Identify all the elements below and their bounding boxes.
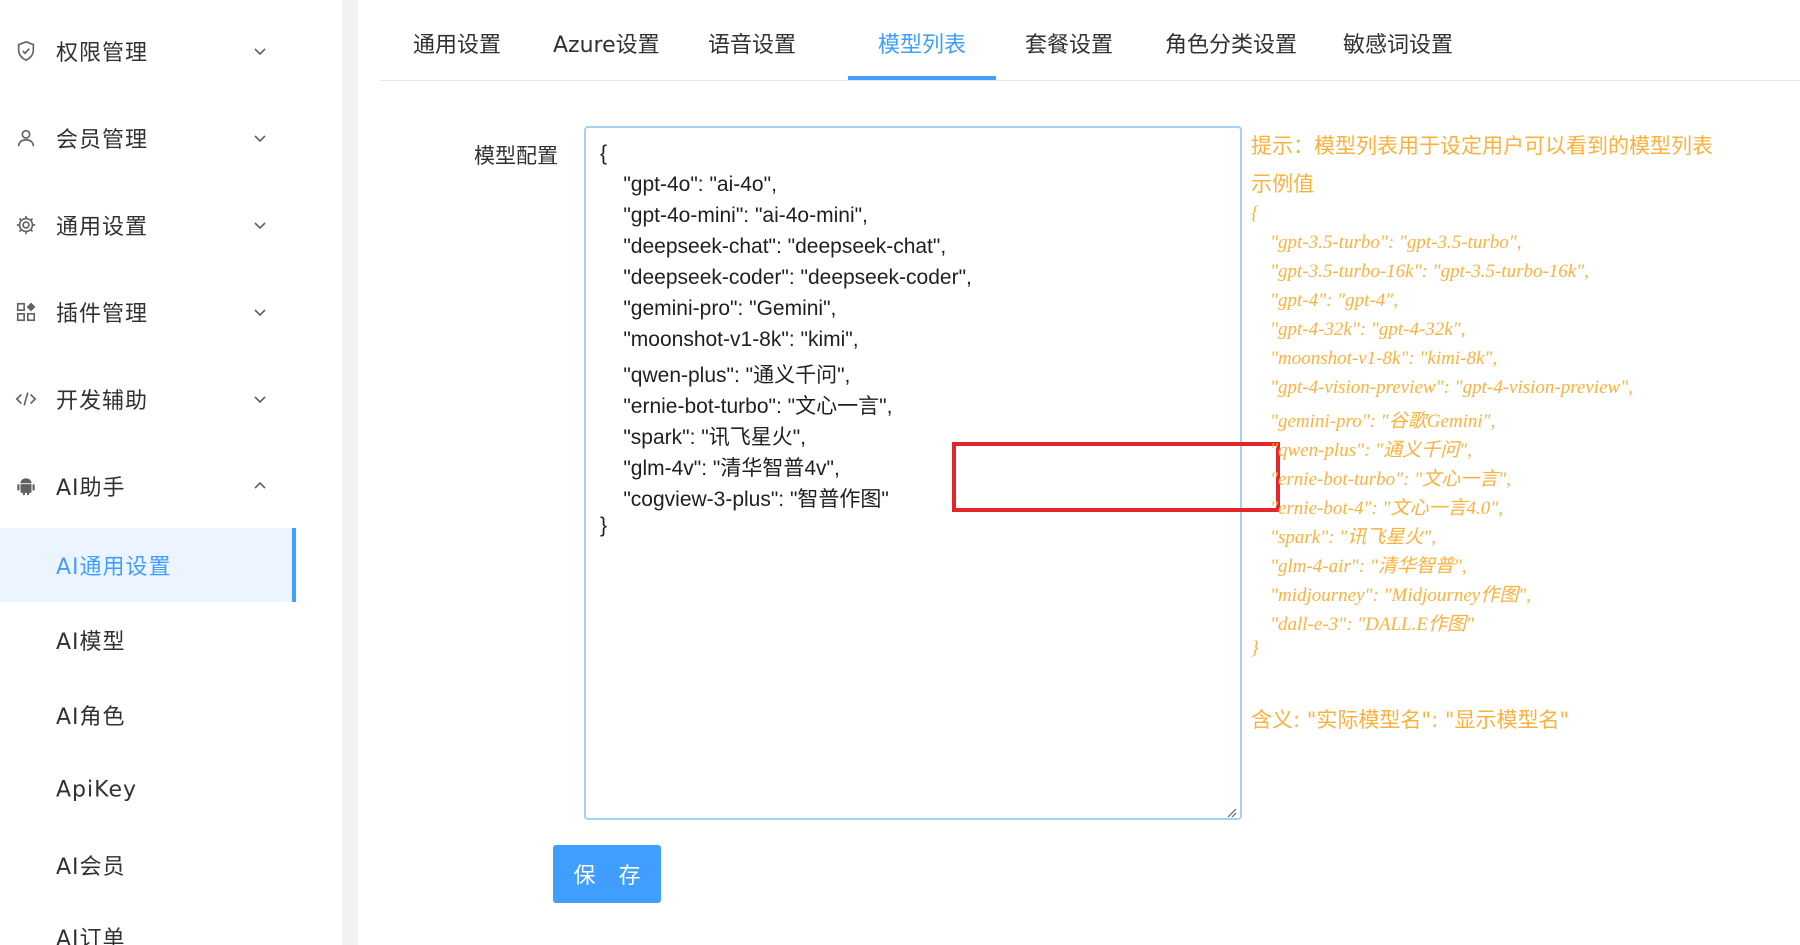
hint-code-line: "glm-4-air": "清华智普", <box>1251 556 1467 577</box>
active-indicator <box>292 528 296 602</box>
code-line: "ernie-bot-turbo": "文心一言", <box>600 395 893 418</box>
code-line: "deepseek-chat": "deepseek-chat", <box>600 235 947 258</box>
main-content: 通用设置 Azure设置 语音设置 模型列表 套餐设置 角色分类设置 敏感词设置… <box>358 0 1800 945</box>
code-line: "deepseek-coder": "deepseek-coder", <box>600 266 972 289</box>
sidebar-subitem-label: AI角色 <box>56 705 126 730</box>
hint-code-line: "midjourney": "Midjourney作图", <box>1251 585 1531 606</box>
tab-voice-settings[interactable]: 语音设置 <box>708 0 796 80</box>
sidebar: 权限管理 会员管理 通用设置 插件管理 开发辅助 AI助手 AI通用设置 AI模… <box>0 0 342 945</box>
sidebar-item-label: 会员管理 <box>56 128 149 153</box>
hint-code-line: "gemini-pro": "谷歌Gemini", <box>1251 411 1496 432</box>
hint-code-line: "ernie-bot-turbo": "文心一言", <box>1251 469 1511 490</box>
hint-code-line: "ernie-bot-4": "文心一言4.0", <box>1251 498 1503 519</box>
sidebar-item-label: 开发辅助 <box>56 389 149 414</box>
user-icon <box>14 126 38 150</box>
plugin-grid-icon <box>14 300 38 324</box>
sidebar-item-members[interactable]: 会员管理 <box>0 108 342 168</box>
sidebar-subitem-ai-models[interactable]: AI模型 <box>0 603 296 677</box>
hint-code-line: "gpt-3.5-turbo": "gpt-3.5-turbo", <box>1251 232 1522 253</box>
code-line: "spark": "讯飞星火", <box>600 426 807 449</box>
chevron-down-icon <box>252 43 268 59</box>
settings-tabs: 通用设置 Azure设置 语音设置 模型列表 套餐设置 角色分类设置 敏感词设置 <box>380 0 1800 81</box>
hint-code-line: "gpt-3.5-turbo-16k": "gpt-3.5-turbo-16k"… <box>1251 261 1589 282</box>
sidebar-item-dev-tools[interactable]: 开发辅助 <box>0 369 342 429</box>
active-tab-indicator <box>848 76 996 80</box>
chevron-down-icon <box>252 304 268 320</box>
sidebar-item-label: 权限管理 <box>56 41 149 66</box>
sidebar-item-permission[interactable]: 权限管理 <box>0 21 342 81</box>
sidebar-subitem-ai-members[interactable]: AI会员 <box>0 828 296 902</box>
code-line: "glm-4v": "清华智普4v", <box>600 457 840 480</box>
tab-package-settings[interactable]: 套餐设置 <box>1025 0 1113 80</box>
sidebar-subitem-label: AI会员 <box>56 855 126 880</box>
hint-code-line: "gpt-4": "gpt-4", <box>1251 290 1398 311</box>
sidebar-subitem-ai-general-settings[interactable]: AI通用设置 <box>0 528 296 602</box>
hint-code-line: "dall-e-3": "DALL.E作图" <box>1251 614 1474 635</box>
hint-code-line: "qwen-plus": "通义千问", <box>1251 440 1472 461</box>
code-line: "gpt-4o": "ai-4o", <box>600 173 777 196</box>
chevron-up-icon <box>252 478 268 494</box>
hint-code-line: } <box>1251 638 1259 659</box>
sidebar-item-general-settings[interactable]: 通用设置 <box>0 195 342 255</box>
hint-example-title: 示例值 <box>1251 172 1314 196</box>
resize-handle-icon[interactable] <box>1225 803 1237 818</box>
highlight-annotation <box>952 442 1280 512</box>
code-line: } <box>600 514 608 537</box>
sidebar-item-plugins[interactable]: 插件管理 <box>0 282 342 342</box>
layout-gutter <box>342 0 358 945</box>
tab-azure-settings[interactable]: Azure设置 <box>553 0 660 80</box>
sidebar-subitem-label: AI订单 <box>56 927 126 945</box>
model-config-label: 模型配置 <box>474 144 558 168</box>
hint-meaning: 含义: "实际模型名": "显示模型名" <box>1251 708 1570 732</box>
sidebar-item-label: AI助手 <box>56 476 126 501</box>
code-icon <box>14 387 38 411</box>
code-line: "gemini-pro": "Gemini", <box>600 297 837 320</box>
sidebar-item-label: 通用设置 <box>56 215 149 240</box>
hint-title: 提示：模型列表用于设定用户可以看到的模型列表 <box>1251 134 1713 158</box>
sidebar-subitem-label: AI通用设置 <box>56 555 172 580</box>
sidebar-item-label: 插件管理 <box>56 302 149 327</box>
chevron-down-icon <box>252 391 268 407</box>
tab-general-settings[interactable]: 通用设置 <box>413 0 501 80</box>
gear-icon <box>14 213 38 237</box>
code-line: "gpt-4o-mini": "ai-4o-mini", <box>600 204 868 227</box>
tab-role-category-settings[interactable]: 角色分类设置 <box>1165 0 1297 80</box>
hint-code-line: "gpt-4-vision-preview": "gpt-4-vision-pr… <box>1251 377 1633 398</box>
android-icon <box>14 474 38 498</box>
code-line: "moonshot-v1-8k": "kimi", <box>600 328 859 351</box>
tab-model-list[interactable]: 模型列表 <box>878 0 966 80</box>
sidebar-item-ai-assistant[interactable]: AI助手 <box>0 456 342 516</box>
sidebar-subitem-label: AI模型 <box>56 630 126 655</box>
save-button[interactable]: 保 存 <box>553 845 661 903</box>
hint-code-line: { <box>1251 203 1259 224</box>
sidebar-subitem-apikey[interactable]: ApiKey <box>0 753 296 827</box>
hint-code-line: "gpt-4-32k": "gpt-4-32k", <box>1251 319 1466 340</box>
code-line: "qwen-plus": "通义千问", <box>600 364 851 387</box>
chevron-down-icon <box>252 217 268 233</box>
chevron-down-icon <box>252 130 268 146</box>
hint-code-line: "spark": "讯飞星火", <box>1251 527 1436 548</box>
hint-code-line: "moonshot-v1-8k": "kimi-8k", <box>1251 348 1498 369</box>
code-line: "cogview-3-plus": "智普作图" <box>600 488 889 511</box>
sidebar-subitem-label: ApiKey <box>56 777 138 803</box>
sidebar-subitem-ai-roles[interactable]: AI角色 <box>0 678 296 752</box>
sidebar-subitem-ai-orders[interactable]: AI订单 <box>0 900 296 945</box>
shield-icon <box>14 39 38 63</box>
tab-sensitive-words-settings[interactable]: 敏感词设置 <box>1343 0 1453 80</box>
code-line: { <box>600 142 608 165</box>
